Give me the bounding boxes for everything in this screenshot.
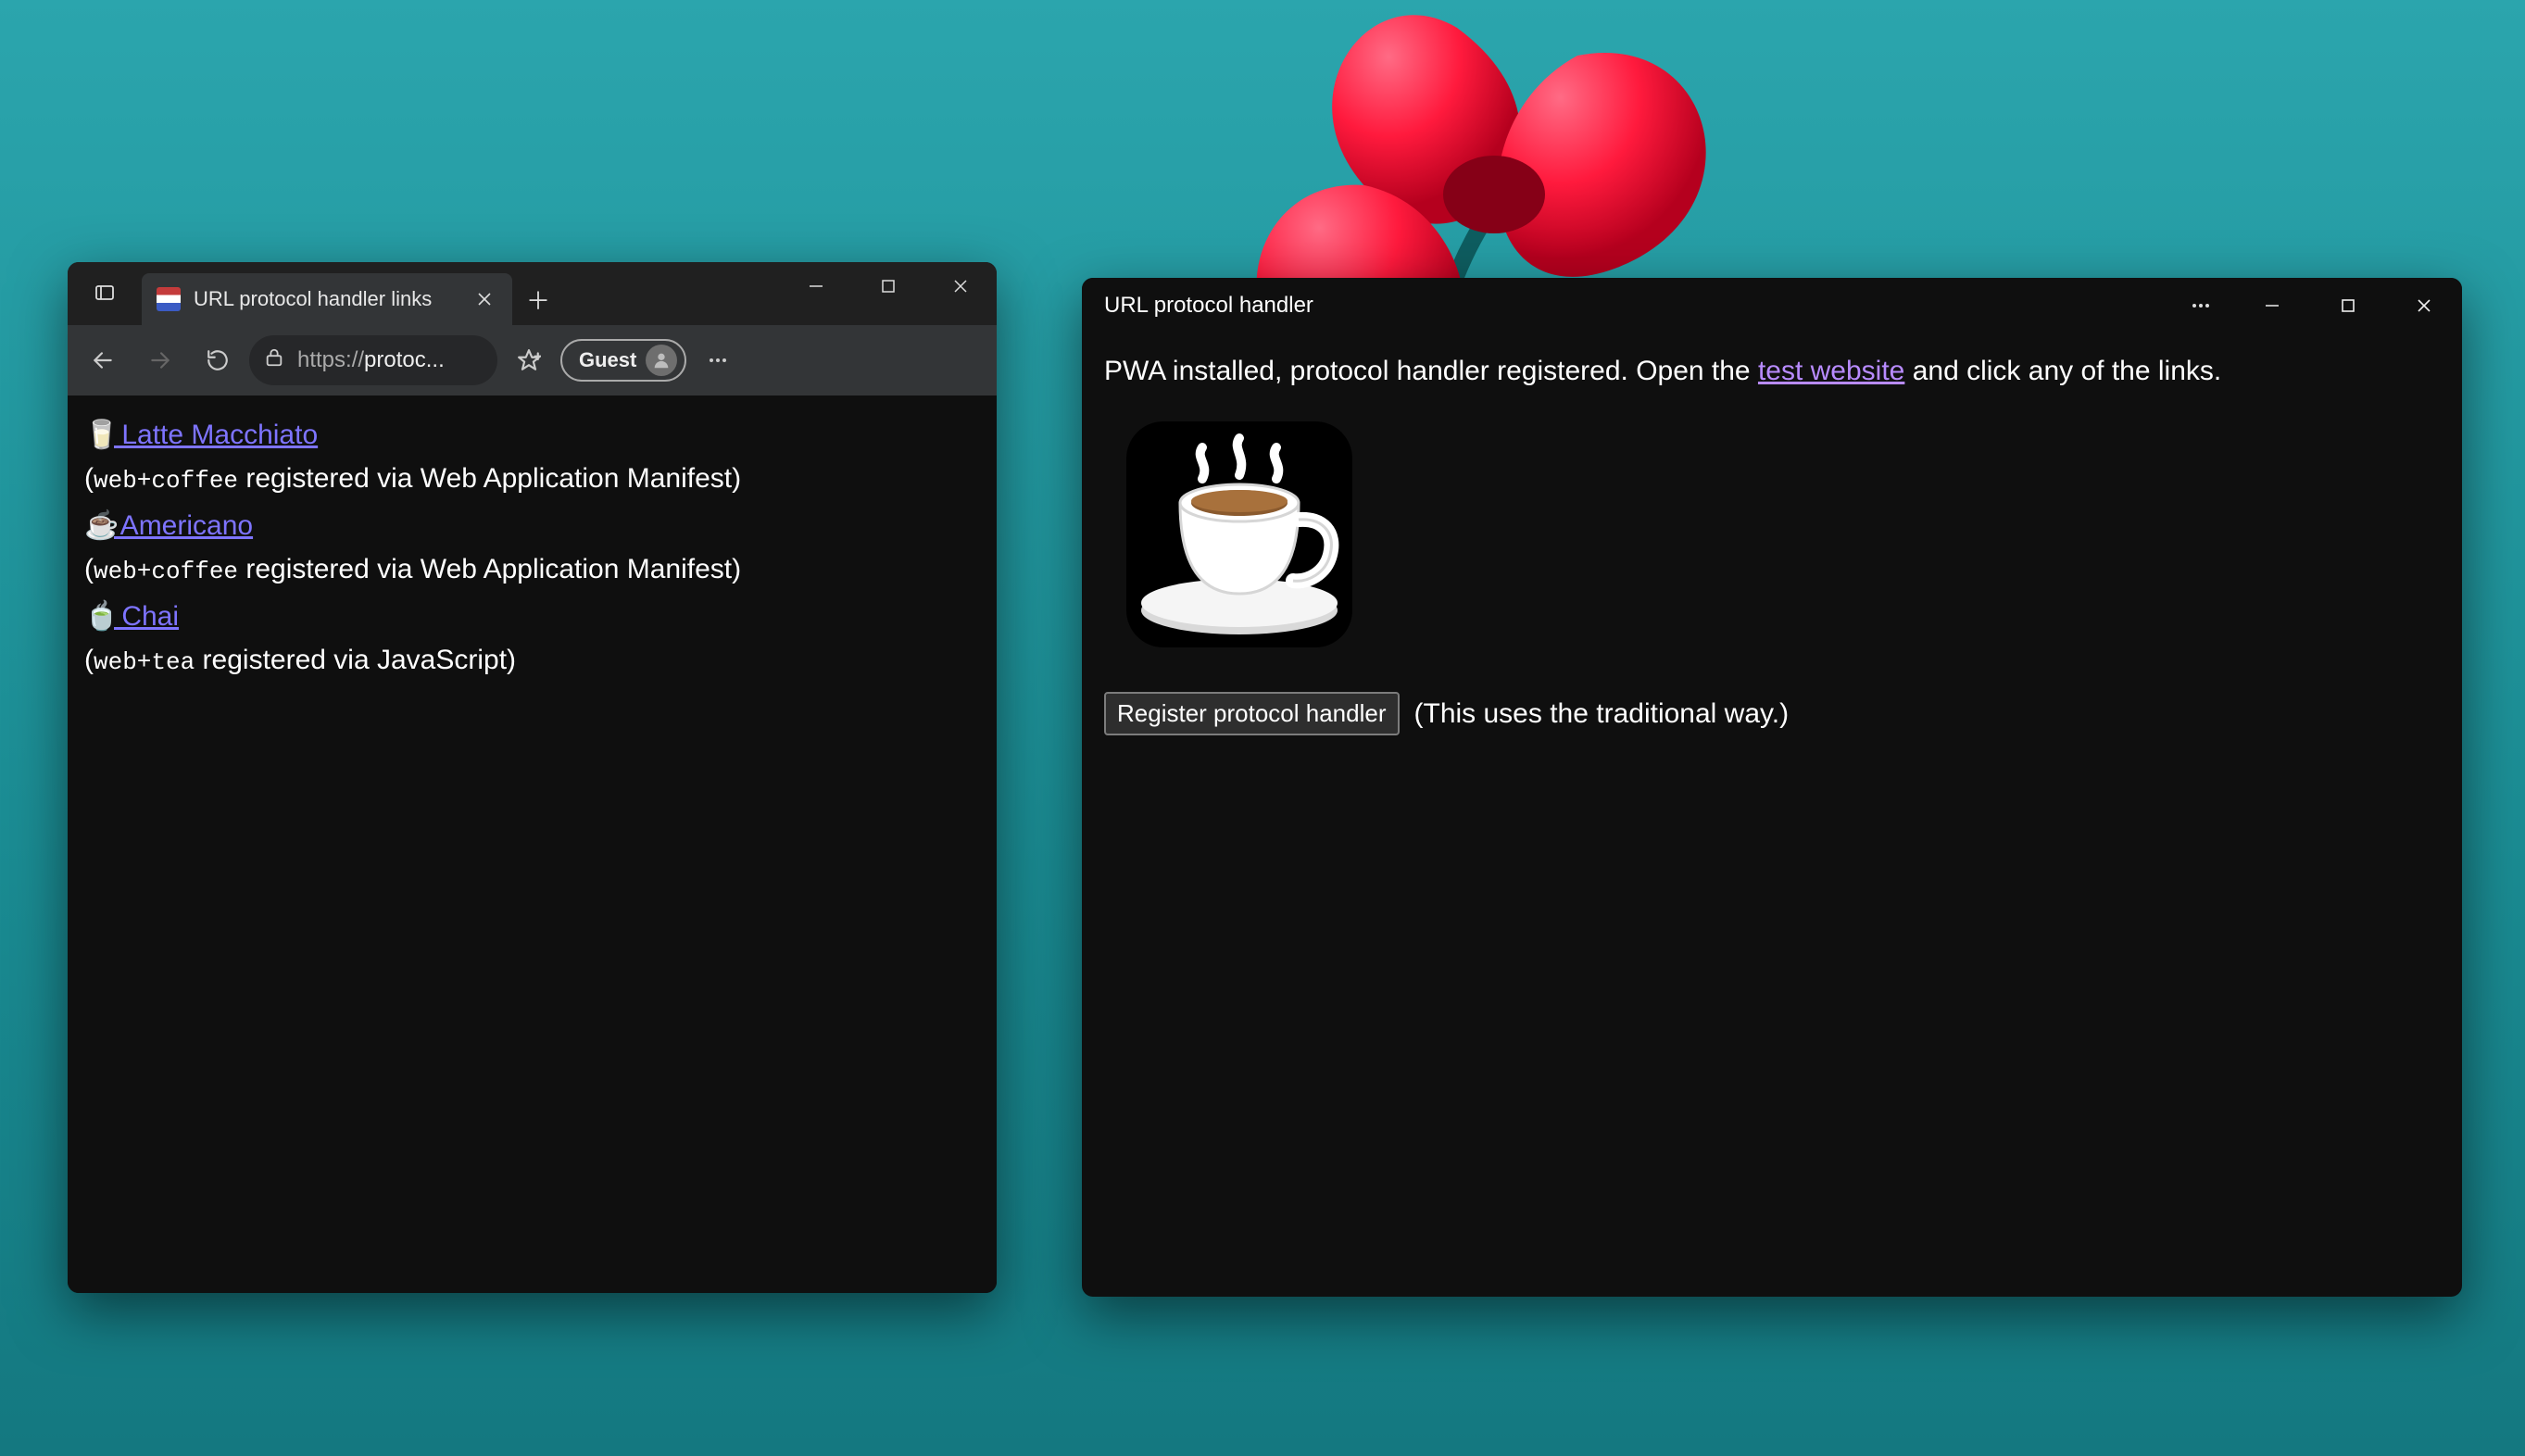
browser-toolbar: https://protoc... Guest — [68, 325, 997, 395]
tab-close-button[interactable] — [473, 288, 496, 310]
pwa-minimize-button[interactable] — [2234, 281, 2310, 331]
pwa-maximize-button[interactable] — [2310, 281, 2386, 331]
browser-tab[interactable]: URL protocol handler links — [142, 273, 512, 325]
drink-link-row: ☕ Americano — [84, 505, 980, 546]
drink-link[interactable]: Latte Macchiato — [114, 420, 318, 450]
pwa-close-button[interactable] — [2386, 281, 2462, 331]
pwa-titlebar: URL protocol handler — [1082, 278, 2462, 333]
browser-titlebar: URL protocol handler links ＋ — [68, 262, 997, 325]
pwa-window: URL protocol handler PWA installed, prot… — [1082, 278, 2462, 1297]
coffee-cup-icon — [1100, 410, 1378, 670]
register-row: Register protocol handler (This uses the… — [1104, 692, 2440, 735]
drink-link[interactable]: Chai — [114, 601, 179, 632]
back-button[interactable] — [77, 334, 129, 386]
protocol-code: web+coffee — [94, 558, 238, 585]
minimize-button[interactable] — [780, 262, 852, 310]
browser-page-content: 🥛 Latte Macchiato(web+coffee registered … — [68, 395, 997, 1293]
drink-link-row: 🍵 Chai — [84, 596, 980, 637]
protocol-code: web+coffee — [94, 467, 238, 495]
close-button[interactable] — [924, 262, 997, 310]
drink-note: (web+tea registered via JavaScript) — [84, 639, 980, 681]
menu-button[interactable] — [692, 334, 744, 386]
site-identity-icon[interactable] — [264, 347, 284, 374]
tab-favicon — [157, 287, 181, 311]
pwa-window-controls — [2167, 281, 2462, 331]
pwa-app-menu-button[interactable] — [2167, 281, 2234, 331]
url-bar[interactable]: https://protoc... — [249, 335, 497, 385]
avatar-icon — [646, 345, 677, 376]
new-tab-button[interactable]: ＋ — [512, 273, 564, 325]
refresh-button[interactable] — [192, 334, 244, 386]
register-note: (This uses the traditional way.) — [1414, 693, 1790, 734]
drink-note: (web+coffee registered via Web Applicati… — [84, 458, 980, 499]
pwa-status-text: PWA installed, protocol handler register… — [1104, 350, 2440, 392]
browser-window: URL protocol handler links ＋ — [68, 262, 997, 1293]
pwa-page-content: PWA installed, protocol handler register… — [1082, 333, 2462, 1297]
tab-actions-button[interactable] — [68, 262, 142, 325]
profile-button[interactable]: Guest — [560, 339, 686, 382]
protocol-code: web+tea — [94, 648, 195, 676]
tab-title: URL protocol handler links — [194, 287, 432, 311]
url-text: https://protoc... — [297, 347, 445, 373]
favorites-button[interactable] — [503, 334, 555, 386]
drink-link[interactable]: Americano — [114, 510, 253, 541]
drink-link-row: 🥛 Latte Macchiato — [84, 414, 980, 456]
drink-emoji: ☕ — [84, 505, 114, 546]
drink-emoji: 🥛 — [84, 414, 114, 456]
window-controls — [780, 262, 997, 325]
drink-note: (web+coffee registered via Web Applicati… — [84, 548, 980, 590]
drink-emoji: 🍵 — [84, 596, 114, 637]
forward-button[interactable] — [134, 334, 186, 386]
pwa-window-title: URL protocol handler — [1104, 293, 1313, 319]
test-website-link[interactable]: test website — [1758, 356, 1904, 386]
register-protocol-button[interactable]: Register protocol handler — [1104, 692, 1400, 735]
profile-label: Guest — [579, 348, 636, 372]
maximize-button[interactable] — [852, 262, 924, 310]
